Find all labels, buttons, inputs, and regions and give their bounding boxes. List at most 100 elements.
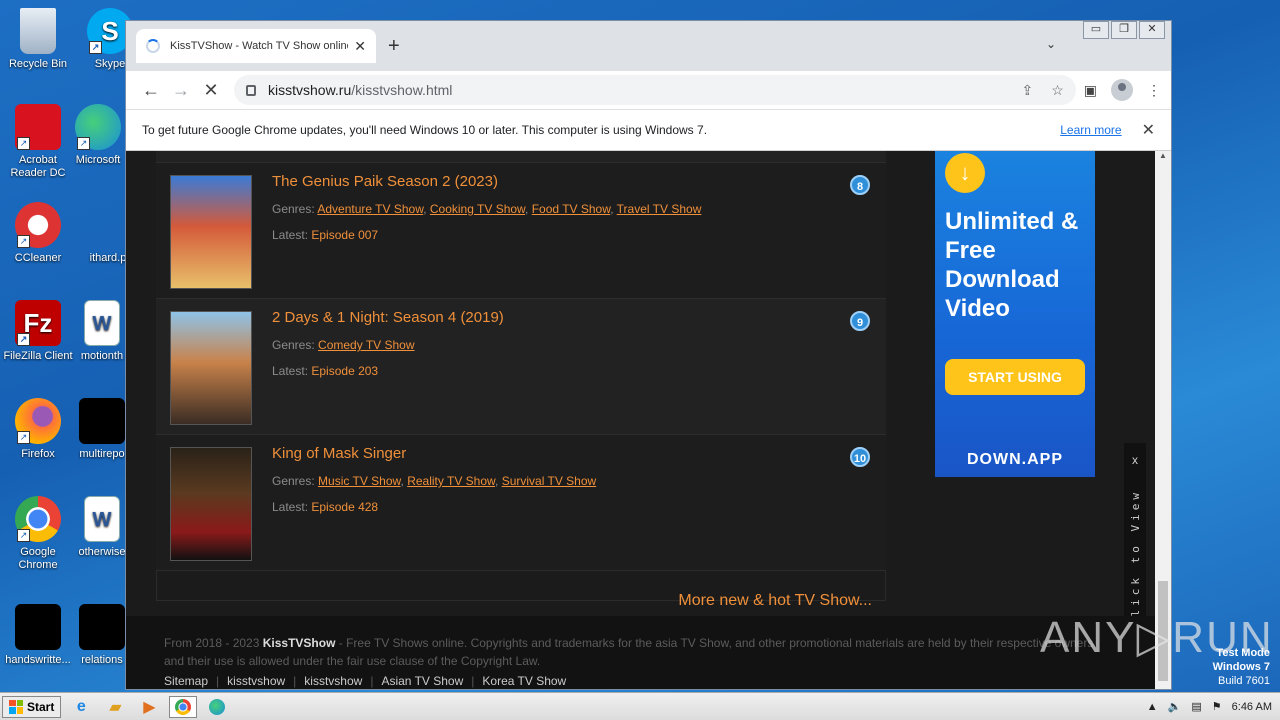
separator: | [293, 674, 297, 688]
start-button[interactable]: Start [2, 695, 62, 718]
taskbar: Start e ▰ ▶ ▲ 🔈 ▤ ⚑ 6:46 AM [0, 692, 1280, 720]
show-info: King of Mask Singer Genres: Music TV Sho… [272, 445, 866, 526]
volume-icon[interactable]: 🔈 [1168, 700, 1182, 713]
tab-strip: KissTVShow - Watch TV Show online ✕ + ⌄ … [126, 21, 1171, 71]
browser-tab-active[interactable]: KissTVShow - Watch TV Show online ✕ [136, 29, 376, 63]
side-tab-close-icon[interactable]: x [1124, 453, 1146, 467]
show-title-link[interactable]: 2 Days & 1 Night: Season 4 (2019) [272, 309, 866, 326]
genre-link[interactable]: Food TV Show [532, 202, 611, 216]
latest-episode-link[interactable]: Episode 203 [311, 364, 378, 378]
ad-brand: DOWN.APP [967, 451, 1063, 468]
show-info: 2 Days & 1 Night: Season 4 (2019) Genres… [272, 309, 866, 390]
list-item: King of Mask Singer Genres: Music TV Sho… [156, 435, 886, 609]
tab-search-chevron-icon[interactable]: ⌄ [1046, 37, 1056, 51]
genre-link[interactable]: Adventure TV Show [317, 202, 423, 216]
genre-link[interactable]: Music TV Show [318, 474, 400, 488]
redacted-file-icon [79, 398, 125, 444]
clock[interactable]: 6:46 AM [1232, 701, 1272, 713]
genre-link[interactable]: Survival TV Show [502, 474, 596, 488]
redacted-file-icon [79, 604, 125, 650]
rank-badge: 9 [850, 311, 870, 331]
watermark-line: Test Mode [1216, 647, 1270, 659]
restore-button[interactable]: ❐ [1111, 21, 1137, 39]
show-title-link[interactable]: King of Mask Singer [272, 445, 866, 462]
close-window-button[interactable]: ✕ [1139, 21, 1165, 39]
list-item [156, 151, 886, 163]
vertical-scrollbar[interactable]: ▲ [1155, 151, 1171, 689]
poster-image[interactable] [170, 175, 252, 289]
shortcut-arrow-icon: ↗ [17, 529, 30, 542]
new-tab-button[interactable]: + [388, 35, 400, 58]
footer-link[interactable]: kisstvshow [227, 674, 285, 688]
genre-link[interactable]: Cooking TV Show [430, 202, 525, 216]
scroll-up-arrow-icon[interactable]: ▲ [1155, 151, 1171, 165]
forward-arrow-icon[interactable]: → [166, 80, 196, 101]
advertisement-banner[interactable]: ↓ Unlimited & Free Download Video START … [935, 151, 1095, 477]
word-document-icon: W [84, 300, 120, 346]
back-arrow-icon[interactable]: ← [136, 80, 166, 101]
minimize-button[interactable]: ▭ [1083, 21, 1109, 39]
filezilla-icon: Fz ↗ [15, 300, 61, 346]
footer-link[interactable]: kisstvshow [304, 674, 362, 688]
show-title-link[interactable]: The Genius Paik Season 2 (2023) [272, 173, 866, 190]
tray-expand-icon[interactable]: ▲ [1147, 701, 1158, 713]
footer-link[interactable]: Korea TV Show [482, 674, 566, 688]
file-explorer-icon[interactable]: ▰ [101, 696, 129, 718]
poster-image[interactable] [170, 311, 252, 425]
edge-taskbar-icon[interactable] [203, 696, 231, 718]
desktop-icon-ccleaner[interactable]: ↗ CCleaner [0, 202, 76, 265]
genre-link[interactable]: Travel TV Show [617, 202, 702, 216]
omnibox-actions: ⇪ ☆ [1021, 82, 1063, 99]
copy-prefix: From 2018 - 2023 [164, 636, 263, 650]
footer-link[interactable]: Asian TV Show [381, 674, 463, 688]
bookmark-star-icon[interactable]: ☆ [1051, 82, 1064, 99]
separator: | [216, 674, 220, 688]
watermark-line: Windows 7 [1212, 661, 1270, 673]
show-info: The Genius Paik Season 2 (2023) Genres: … [272, 173, 866, 254]
latest-line: Latest: Episode 428 [272, 500, 866, 514]
separator: | [370, 674, 374, 688]
latest-episode-link[interactable]: Episode 428 [311, 500, 378, 514]
profile-avatar-icon[interactable] [1111, 79, 1133, 101]
genres-line: Genres: Comedy TV Show [272, 338, 866, 352]
start-label: Start [27, 699, 55, 714]
more-shows-link[interactable]: More new & hot TV Show... [678, 592, 872, 610]
lock-icon[interactable] [246, 84, 256, 96]
web-page: The Genius Paik Season 2 (2023) Genres: … [126, 151, 1156, 689]
infobar-close-icon[interactable]: ✕ [1142, 120, 1155, 140]
footer-link-sitemap[interactable]: Sitemap [164, 674, 208, 688]
list-item: 2 Days & 1 Night: Season 4 (2019) Genres… [156, 299, 886, 435]
rank-badge: 10 [850, 447, 870, 467]
system-tray: ▲ 🔈 ▤ ⚑ 6:46 AM [1147, 700, 1280, 714]
poster-image[interactable] [170, 447, 252, 561]
share-icon[interactable]: ⇪ [1021, 82, 1033, 99]
genres-label: Genres: [272, 202, 315, 216]
footer-copyright: From 2018 - 2023 KissTVShow - Free TV Sh… [164, 634, 1094, 670]
ccleaner-icon: ↗ [15, 202, 61, 248]
genre-link[interactable]: Reality TV Show [407, 474, 495, 488]
footer-links: Sitemap | kisstvshow | kisstvshow | Asian TV S… [164, 674, 1118, 688]
kebab-menu-icon[interactable]: ⋮ [1147, 82, 1161, 99]
chrome-icon: ↗ [15, 496, 61, 542]
latest-label: Latest: [272, 364, 309, 378]
stop-loading-icon[interactable]: ✕ [196, 80, 226, 101]
watermark-line: Build 7601 [1218, 675, 1270, 687]
url-host: kisstvshow.ru [268, 82, 352, 98]
network-icon[interactable]: ▤ [1191, 700, 1201, 713]
address-bar[interactable]: kisstvshow.ru/kisstvshow.html ⇪ ☆ [234, 75, 1076, 105]
internet-explorer-icon[interactable]: e [67, 696, 95, 718]
infobar-message: To get future Google Chrome updates, you… [142, 123, 708, 137]
windows-flag-icon [9, 699, 23, 714]
page-footer: From 2018 - 2023 KissTVShow - Free TV Sh… [126, 616, 1156, 689]
learn-more-link[interactable]: Learn more [1060, 123, 1121, 137]
action-center-icon[interactable]: ⚑ [1212, 700, 1222, 713]
ad-start-using-button[interactable]: START USING [945, 359, 1085, 395]
latest-episode-link[interactable]: Episode 007 [311, 228, 378, 242]
chrome-taskbar-icon[interactable] [169, 695, 198, 718]
footer-brand: KissTVShow [262, 636, 336, 650]
close-tab-icon[interactable]: ✕ [354, 38, 366, 55]
side-panel-icon[interactable]: ▣ [1084, 82, 1097, 99]
media-player-icon[interactable]: ▶ [135, 696, 163, 718]
genre-link[interactable]: Comedy TV Show [318, 338, 415, 352]
desktop-icon-recycle-bin[interactable]: Recycle Bin [0, 8, 76, 71]
